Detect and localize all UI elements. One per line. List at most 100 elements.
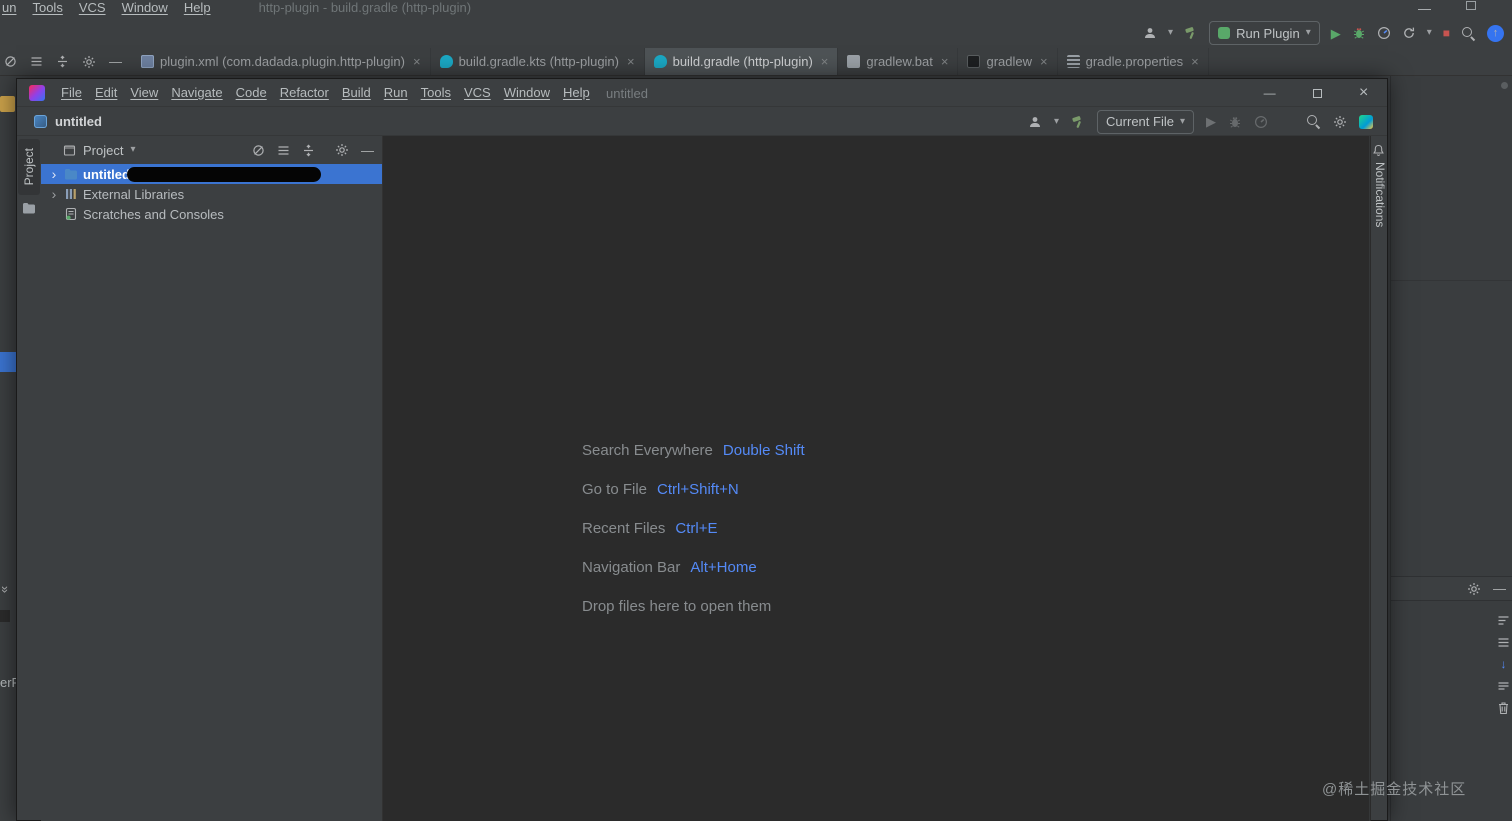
- locate-icon[interactable]: [252, 144, 265, 157]
- maximize-button[interactable]: [1312, 88, 1322, 98]
- hint-recent-files: Recent Files Ctrl+E: [582, 509, 805, 548]
- menu-item-tools[interactable]: Tools: [419, 85, 453, 100]
- editor-tab[interactable]: plugin.xml (com.dadada.plugin.http-plugi…: [132, 48, 431, 75]
- profiler-button-disabled[interactable]: [1254, 115, 1268, 129]
- bell-icon[interactable]: [1372, 144, 1385, 157]
- minimize-button[interactable]: —: [1264, 87, 1276, 99]
- panel-title[interactable]: Project: [83, 143, 123, 158]
- run-button-disabled[interactable]: ▶: [1206, 115, 1216, 128]
- chevron-right-icon[interactable]: ›: [49, 167, 59, 181]
- stop-button[interactable]: ■: [1443, 27, 1450, 39]
- editor-tab[interactable]: gradlew.bat ×: [838, 48, 959, 75]
- menu-item-vcs[interactable]: VCS: [462, 85, 493, 100]
- plugin-colored-icon[interactable]: [1359, 114, 1373, 129]
- minimize-button[interactable]: —: [1418, 2, 1431, 15]
- menu-item-refactor[interactable]: Refactor: [278, 85, 331, 100]
- gear-icon[interactable]: [335, 143, 349, 157]
- gear-icon[interactable]: [1467, 582, 1481, 596]
- editor-tabs: plugin.xml (com.dadada.plugin.http-plugi…: [132, 48, 1209, 75]
- lines-icon[interactable]: [1497, 636, 1510, 649]
- menu-item-help[interactable]: Help: [184, 0, 211, 15]
- tab-label: build.gradle.kts (http-plugin): [458, 54, 619, 69]
- tree-item-untitled[interactable]: › untitled: [41, 164, 382, 184]
- debug-button-disabled[interactable]: [1228, 115, 1242, 129]
- folder-icon[interactable]: [22, 202, 36, 214]
- collapse-all-icon[interactable]: [56, 55, 69, 68]
- menu-item-help[interactable]: Help: [561, 85, 592, 100]
- chevron-down-icon[interactable]: ▾: [1168, 28, 1173, 38]
- double-chevron-icon[interactable]: »: [0, 586, 13, 593]
- tool-window-button-notifications[interactable]: Notifications: [1373, 162, 1387, 227]
- tree-item-external-libraries[interactable]: › External Libraries: [41, 184, 382, 204]
- library-icon: [64, 187, 78, 201]
- build-hammer-icon[interactable]: [1184, 26, 1198, 40]
- run-button[interactable]: ▶: [1331, 27, 1341, 40]
- editor-tab[interactable]: build.gradle.kts (http-plugin) ×: [431, 48, 645, 75]
- hide-panel-icon[interactable]: —: [109, 55, 122, 68]
- chevron-down-icon[interactable]: ▾: [1427, 28, 1432, 38]
- soft-wrap-icon[interactable]: [1497, 614, 1510, 627]
- updates-icon[interactable]: ↑: [1487, 24, 1504, 42]
- close-icon[interactable]: ×: [413, 54, 421, 69]
- chevron-right-icon[interactable]: ›: [49, 187, 59, 201]
- menu-item-edit[interactable]: Edit: [93, 85, 119, 100]
- menu-item-run[interactable]: Run: [382, 85, 410, 100]
- hint-label: Go to File: [582, 481, 648, 498]
- menu-item-run-clipped[interactable]: un: [2, 0, 16, 15]
- tree-item-label: Scratches and Consoles: [83, 206, 224, 222]
- close-icon[interactable]: ×: [941, 54, 949, 69]
- project-tree: › untitled › External Libraries Scratche…: [41, 164, 382, 224]
- run-configuration-select[interactable]: Run Plugin ▾: [1209, 21, 1320, 45]
- scroll-to-end-icon[interactable]: ↓: [1501, 658, 1507, 670]
- hint-label: Recent Files: [582, 520, 666, 537]
- chevron-down-icon[interactable]: ▾: [130, 145, 135, 155]
- menu-item-navigate[interactable]: Navigate: [169, 85, 224, 100]
- expand-all-icon[interactable]: [277, 144, 290, 157]
- run-configuration-select[interactable]: Current File ▾: [1097, 109, 1194, 134]
- menu-item-file[interactable]: File: [59, 85, 84, 100]
- breadcrumb-project[interactable]: untitled: [55, 114, 102, 129]
- tool-window-button-project[interactable]: Project: [18, 139, 40, 195]
- menu-item-code[interactable]: Code: [234, 85, 269, 100]
- close-icon[interactable]: ×: [1040, 54, 1048, 69]
- hide-panel-icon[interactable]: —: [1493, 582, 1506, 595]
- menu-item-tools[interactable]: Tools: [32, 0, 62, 15]
- file-type-icon: [653, 55, 667, 68]
- user-icon[interactable]: [1028, 115, 1042, 129]
- build-hammer-icon[interactable]: [1071, 115, 1085, 129]
- background-panel-fragment: [0, 610, 10, 622]
- user-icon[interactable]: [1143, 26, 1157, 40]
- menu-item-build[interactable]: Build: [340, 85, 373, 100]
- tree-item-scratches[interactable]: Scratches and Consoles: [41, 204, 382, 224]
- close-icon[interactable]: ×: [1191, 54, 1199, 69]
- editor-empty-area[interactable]: Search Everywhere Double Shift Go to Fil…: [383, 136, 1371, 821]
- locate-icon[interactable]: [4, 55, 17, 68]
- editor-tab[interactable]: gradlew ×: [958, 48, 1058, 75]
- maximize-button[interactable]: [1466, 1, 1476, 10]
- menu-item-view[interactable]: View: [128, 85, 160, 100]
- expand-all-icon[interactable]: [30, 55, 43, 68]
- menu-item-window[interactable]: Window: [122, 0, 168, 15]
- editor-tab-active[interactable]: build.gradle (http-plugin) ×: [644, 48, 839, 75]
- settings-gear-icon[interactable]: [1333, 115, 1347, 129]
- menu-item-window[interactable]: Window: [502, 85, 552, 100]
- gear-icon[interactable]: [82, 55, 96, 69]
- scrollbar-thumb[interactable]: [1501, 82, 1508, 89]
- menu-item-vcs[interactable]: VCS: [79, 0, 106, 15]
- profiler-button[interactable]: [1377, 26, 1391, 40]
- hide-panel-icon[interactable]: —: [361, 144, 374, 157]
- close-button[interactable]: ×: [1359, 85, 1368, 101]
- close-icon[interactable]: ×: [627, 54, 635, 69]
- collapse-all-icon[interactable]: [302, 144, 315, 157]
- chevron-down-icon[interactable]: ▾: [1054, 116, 1059, 127]
- search-icon[interactable]: [1306, 114, 1321, 129]
- close-icon[interactable]: ×: [821, 54, 829, 69]
- trash-icon[interactable]: [1497, 701, 1510, 715]
- print-icon[interactable]: [1497, 679, 1510, 692]
- breadcrumb[interactable]: untitled: [34, 114, 102, 129]
- search-icon[interactable]: [1461, 26, 1476, 41]
- rerun-button[interactable]: [1402, 26, 1416, 40]
- debug-button[interactable]: [1352, 26, 1366, 40]
- tab-label: plugin.xml (com.dadada.plugin.http-plugi…: [160, 54, 405, 69]
- editor-tab[interactable]: gradle.properties ×: [1058, 48, 1209, 75]
